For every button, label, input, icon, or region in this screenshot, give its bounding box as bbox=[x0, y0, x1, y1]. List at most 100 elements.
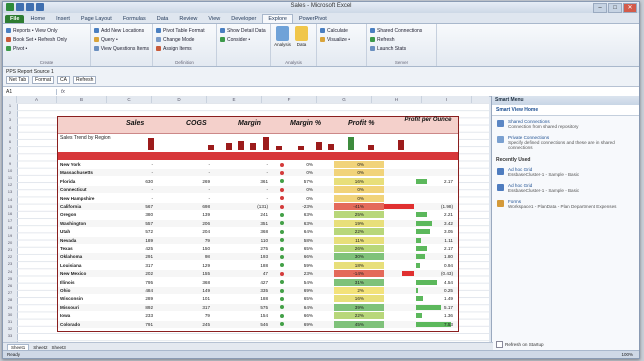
table-row[interactable]: Missouri 892 317 575 64% 39% 5.17 bbox=[58, 303, 458, 311]
ribbon-button[interactable]: Query • bbox=[94, 35, 149, 44]
row-header[interactable]: 16 bbox=[3, 211, 17, 216]
row-header[interactable]: 12 bbox=[3, 182, 17, 187]
table-row[interactable]: Oklahoma 291 98 193 66% 30% 1.80 bbox=[58, 253, 458, 261]
table-row[interactable]: Utah 572 204 368 64% 22% 3.05 bbox=[58, 228, 458, 236]
ribbon-button[interactable]: Consider • bbox=[220, 35, 267, 44]
ribbon-button[interactable]: Pivot Table Format bbox=[156, 26, 213, 35]
row-header[interactable]: 7 bbox=[3, 146, 17, 151]
table-row[interactable]: Massachusetts - - - 0% 0% bbox=[58, 169, 458, 177]
tab-review[interactable]: Review bbox=[174, 15, 202, 23]
row-header[interactable]: 18 bbox=[3, 225, 17, 230]
ribbon-button[interactable]: Pivot • bbox=[6, 44, 87, 53]
close-button[interactable]: ✕ bbox=[623, 3, 637, 13]
row-header[interactable]: 4 bbox=[3, 125, 17, 130]
table-row[interactable]: Colorado 791 245 546 69% 45% 7.53 bbox=[58, 320, 458, 328]
checkbox[interactable] bbox=[496, 341, 503, 348]
row-header[interactable]: 31 bbox=[3, 319, 17, 324]
row-header[interactable]: 15 bbox=[3, 204, 17, 209]
refresh-on-startup[interactable]: Refresh on Startup bbox=[496, 341, 544, 348]
name-box[interactable]: A1 bbox=[3, 88, 57, 95]
column-header[interactable]: B bbox=[57, 96, 107, 103]
tab-formulas[interactable]: Formulas bbox=[118, 15, 151, 23]
column-header[interactable]: E bbox=[207, 96, 262, 103]
row-header[interactable]: 3 bbox=[3, 117, 17, 122]
table-row[interactable]: Wisconsin 289 101 188 65% 16% 1.49 bbox=[58, 295, 458, 303]
row-header[interactable]: 22 bbox=[3, 254, 17, 259]
row-header[interactable]: 32 bbox=[3, 326, 17, 331]
column-header[interactable]: F bbox=[262, 96, 317, 103]
row-header[interactable]: 19 bbox=[3, 233, 17, 238]
tab-insert[interactable]: Insert bbox=[51, 15, 75, 23]
ribbon-button[interactable]: Assign Items bbox=[156, 44, 213, 53]
table-row[interactable]: New Mexico 202 155 47 23% -14% (0.43) bbox=[58, 270, 458, 278]
maximize-button[interactable]: □ bbox=[608, 3, 622, 13]
row-header[interactable]: 25 bbox=[3, 276, 17, 281]
tab-developer[interactable]: Developer bbox=[226, 15, 261, 23]
refresh-button[interactable]: Refresh bbox=[72, 76, 97, 84]
ribbon-button[interactable]: Shared Connections bbox=[370, 26, 433, 35]
tab-page-layout[interactable]: Page Layout bbox=[76, 15, 117, 23]
table-row[interactable]: Louisiana 317 129 188 59% 18% 0.94 bbox=[58, 261, 458, 269]
ribbon-button[interactable]: Change Mode bbox=[156, 35, 213, 44]
ribbon-button[interactable]: Reports • View Only bbox=[6, 26, 87, 35]
pivot-field[interactable]: CA bbox=[57, 76, 70, 84]
tab-data[interactable]: Data bbox=[152, 15, 174, 23]
table-row[interactable]: Iowa 233 79 154 66% 22% 1.36 bbox=[58, 312, 458, 320]
row-header[interactable]: 1 bbox=[3, 103, 17, 108]
row-header[interactable]: 27 bbox=[3, 290, 17, 295]
row-header[interactable]: 29 bbox=[3, 305, 17, 310]
column-header[interactable]: D bbox=[152, 96, 207, 103]
ribbon-button[interactable]: Calculate bbox=[320, 26, 363, 35]
column-header[interactable]: C bbox=[107, 96, 152, 103]
row-header[interactable]: 21 bbox=[3, 247, 17, 252]
zoom-level[interactable]: 100% bbox=[621, 351, 633, 358]
row-header[interactable]: 8 bbox=[3, 153, 17, 158]
column-header[interactable] bbox=[3, 96, 17, 103]
table-row[interactable]: Florida 630 269 361 57% 16% 2.17 bbox=[58, 177, 458, 185]
private-connections-item[interactable]: Private Connections Specify defined conn… bbox=[492, 132, 639, 153]
row-header[interactable]: 33 bbox=[3, 333, 17, 338]
minimize-button[interactable]: – bbox=[593, 3, 607, 13]
ribbon-button[interactable]: Launch Stats bbox=[370, 44, 433, 53]
table-row[interactable]: California 567 698 (131) -23% -41% (1.98) bbox=[58, 203, 458, 210]
table-row[interactable]: Illinois 795 368 427 54% 31% 4.54 bbox=[58, 278, 458, 286]
column-header[interactable]: A bbox=[17, 96, 57, 103]
recent-item[interactable]: Forms Workspace1 - PlanData - Plan Depar… bbox=[492, 196, 639, 212]
recent-item[interactable]: Ad hoc Grid EssbaseCluster-1 - Sample - … bbox=[492, 180, 639, 196]
tab-home[interactable]: Home bbox=[25, 15, 50, 23]
tab-powerpivot[interactable]: PowerPivot bbox=[294, 15, 332, 23]
data-button[interactable]: Data bbox=[293, 26, 310, 47]
analysis-button[interactable]: Analysis bbox=[274, 26, 291, 47]
ribbon-button[interactable]: Refresh bbox=[370, 35, 433, 44]
row-header[interactable]: 5 bbox=[3, 132, 17, 137]
tab-file[interactable]: File bbox=[5, 15, 25, 23]
row-header[interactable]: 20 bbox=[3, 240, 17, 245]
ribbon-button[interactable]: View Questions Items bbox=[94, 44, 149, 53]
table-row[interactable]: Oregon 380 139 241 63% 25% 2.21 bbox=[58, 211, 458, 219]
pivot-field[interactable]: Format bbox=[32, 76, 54, 84]
column-header[interactable]: G bbox=[317, 96, 372, 103]
row-header[interactable]: 9 bbox=[3, 161, 17, 166]
table-row[interactable]: Nevada 189 79 110 58% 11% 1.11 bbox=[58, 236, 458, 244]
pane-home-link[interactable]: Smart View Home bbox=[492, 105, 639, 116]
column-header[interactable]: I bbox=[422, 96, 472, 103]
table-row[interactable]: New Hampshire - - - 0% 0% bbox=[58, 194, 458, 202]
spreadsheet-grid[interactable]: ABCDEFGHIJK 1234567891011121314151617181… bbox=[3, 96, 572, 342]
row-header[interactable]: 14 bbox=[3, 197, 17, 202]
row-header[interactable]: 10 bbox=[3, 168, 17, 173]
ribbon-button[interactable]: Show Detail Data bbox=[220, 26, 267, 35]
sheet-tab[interactable]: Sheet2 bbox=[33, 345, 47, 350]
recent-item[interactable]: Ad hoc Grid EssbaseCluster-1 - Sample - … bbox=[492, 164, 639, 180]
row-header[interactable]: 17 bbox=[3, 218, 17, 223]
table-row[interactable]: Washington 557 206 351 63% 19% 3.42 bbox=[58, 219, 458, 227]
shared-connections-item[interactable]: Shared Connections Connection from share… bbox=[492, 116, 639, 132]
row-header[interactable]: 26 bbox=[3, 283, 17, 288]
column-header[interactable]: H bbox=[372, 96, 422, 103]
table-row[interactable]: Connecticut - - - 0% 0% bbox=[58, 186, 458, 194]
ribbon-button[interactable]: Add New Locations bbox=[94, 26, 149, 35]
tab-view[interactable]: View bbox=[203, 15, 225, 23]
ribbon-button[interactable]: Visualize • bbox=[320, 35, 363, 44]
pivot-field[interactable]: Net Tab bbox=[6, 76, 30, 84]
row-header[interactable]: 30 bbox=[3, 312, 17, 317]
ribbon-button[interactable]: Book Set • Refresh Only bbox=[6, 35, 87, 44]
